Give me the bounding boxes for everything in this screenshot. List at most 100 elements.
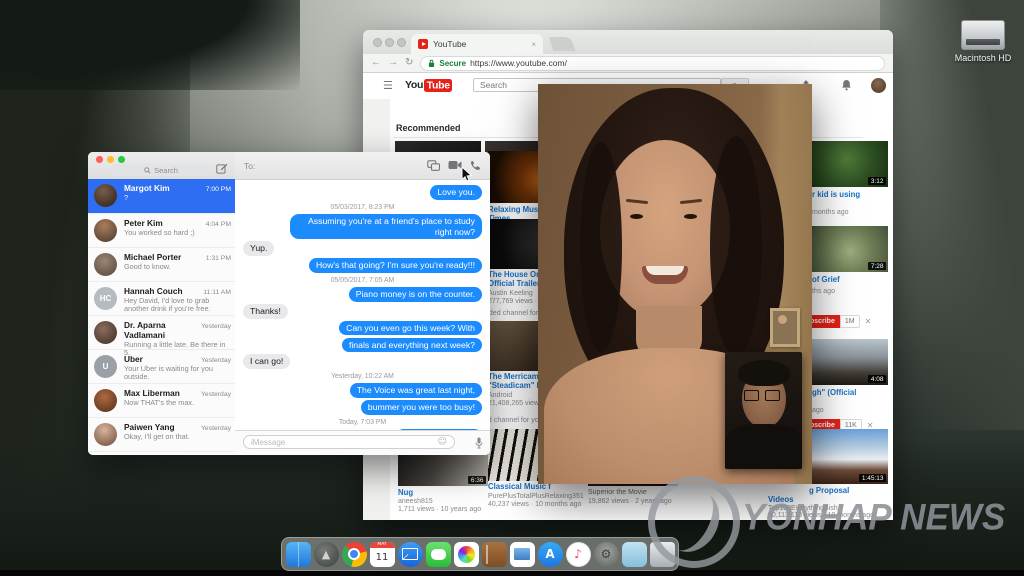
message-bubble: Piano money is on the counter. xyxy=(348,287,482,302)
url-text: https://www.youtube.com/ xyxy=(470,58,567,68)
video-title[interactable]: gh" (Official xyxy=(812,388,888,398)
window-zoom-button[interactable] xyxy=(118,156,125,163)
pip-shirt xyxy=(725,424,802,469)
glasses-icon xyxy=(744,390,759,401)
compose-icon[interactable] xyxy=(216,163,228,174)
video-title[interactable]: r kid is using xyxy=(812,190,888,200)
secure-label: Secure xyxy=(439,58,467,68)
hard-drive-icon xyxy=(961,20,1005,50)
message-bubble: Yup. xyxy=(243,241,275,256)
microphone-icon[interactable] xyxy=(475,437,483,449)
avatar xyxy=(94,219,117,242)
conversation-row[interactable]: U Uber Yesterday Your Uber is waiting for … xyxy=(88,349,235,383)
chat-pane: To: Love you. 05/03/2017, 8:23 PM Assumi… xyxy=(235,152,490,455)
video-thumbnail[interactable]: 6:36 xyxy=(398,452,488,486)
itunes-icon[interactable]: ♪ xyxy=(565,541,591,567)
url-field[interactable]: Secure https://www.youtube.com/ xyxy=(420,55,885,71)
imessage-input[interactable]: iMessage ☺ xyxy=(243,435,455,449)
conversation-row[interactable]: Dr. Aparna Vadlamani Yesterday Running a l… xyxy=(88,315,235,357)
close-tab-icon[interactable]: × xyxy=(531,40,536,49)
message-bubble: How's that going? I'm sure you're ready!… xyxy=(308,258,482,273)
messages-search-field[interactable]: Search xyxy=(111,164,211,176)
browser-tab[interactable]: YouTube × xyxy=(411,34,543,54)
video-duration: 3:12 xyxy=(868,177,886,185)
youtube-favicon xyxy=(418,39,428,49)
messages-icon[interactable] xyxy=(425,541,451,567)
messages-sidebar: Search Margot Kim 7:00 PM? Peter Kim 4:04 … xyxy=(88,152,236,455)
video-title[interactable]: Nug xyxy=(398,488,508,498)
video-thumbnail[interactable]: 7:28 xyxy=(812,226,888,272)
video-title[interactable]: g Proposal xyxy=(809,486,889,496)
screen-share-icon[interactable] xyxy=(427,160,440,171)
conversation-row[interactable]: Max Liberman Yesterday Now THAT's the max. xyxy=(88,383,235,417)
dismiss-icon[interactable]: ✕ xyxy=(860,315,872,328)
downloads-icon[interactable] xyxy=(621,541,647,567)
conversation-row[interactable]: HC Hannah Couch 11:11 AM Hey David, I'd lo… xyxy=(88,281,235,315)
window-close-button[interactable] xyxy=(373,38,382,47)
window-close-button[interactable] xyxy=(96,156,103,163)
contacts-icon[interactable] xyxy=(481,541,507,567)
app-store-icon[interactable]: A xyxy=(537,541,563,567)
message-bubble: finals and everything next week? xyxy=(341,337,482,353)
logo-tube: Tube xyxy=(424,78,453,92)
video-thumbnail[interactable]: 4:08 xyxy=(812,339,888,385)
reload-icon[interactable]: ↻ xyxy=(405,58,413,68)
timestamp: Yesterday, 10:22 AM xyxy=(331,373,394,381)
imessage-placeholder: iMessage xyxy=(251,437,286,447)
new-tab-button[interactable] xyxy=(548,37,576,51)
launchpad-icon[interactable]: ▲ xyxy=(313,541,339,567)
facetime-video-window xyxy=(538,84,812,484)
subscriber-count: 1M xyxy=(839,315,860,328)
yonhap-watermark: YONHAP NEWS xyxy=(742,497,1006,538)
conversation-row[interactable]: Paiwen Yang Yesterday Okay, I'll get on th… xyxy=(88,417,235,451)
caller-hair xyxy=(710,136,762,356)
video-thumbnail[interactable]: 3:12 xyxy=(812,141,888,187)
avatar xyxy=(94,184,117,207)
chrome-icon[interactable] xyxy=(341,541,367,567)
photos-icon[interactable] xyxy=(453,541,479,567)
message-bubble: Love you. xyxy=(430,185,482,200)
window-minimize-button[interactable] xyxy=(107,156,114,163)
youtube-logo[interactable]: You Tube xyxy=(405,78,453,92)
message-bubble: The Voice was great last night, xyxy=(349,383,482,398)
system-preferences-icon[interactable]: ⚙ xyxy=(593,541,619,567)
forward-icon[interactable]: → xyxy=(388,58,398,68)
address-bar: ← → ↻ Secure https://www.youtube.com/ xyxy=(363,54,893,73)
message-bubble: Thanks! xyxy=(243,303,288,319)
video-call-icon[interactable] xyxy=(448,160,462,170)
pip-hair xyxy=(738,360,790,386)
conversation-row[interactable]: Michael Porter 1:31 PM Good to know. xyxy=(88,247,235,281)
video-meta: 1,711 views · 10 years ago xyxy=(398,506,482,513)
menu-icon[interactable]: ☰ xyxy=(383,79,393,92)
window-minimize-button[interactable] xyxy=(385,38,394,47)
video-title[interactable]: of Grief xyxy=(812,275,888,285)
calendar-icon[interactable]: MAY 11 xyxy=(369,541,395,567)
logo-you: You xyxy=(405,79,424,91)
account-avatar[interactable] xyxy=(871,78,886,93)
notifications-bell-icon[interactable] xyxy=(841,79,852,91)
caller-face xyxy=(630,214,643,219)
mail-icon[interactable] xyxy=(397,541,423,567)
calendar-day: 11 xyxy=(375,551,389,563)
emoji-icon[interactable]: ☺ xyxy=(438,437,447,447)
caller-face xyxy=(684,214,697,219)
window-zoom-button[interactable] xyxy=(397,38,406,47)
avatar xyxy=(94,389,117,412)
finder-icon[interactable] xyxy=(285,541,311,567)
timestamp: 05/03/2017, 8:23 PM xyxy=(330,203,395,211)
message-input-bar: iMessage ☺ xyxy=(235,430,490,455)
wallpaper-cliff-right xyxy=(880,0,1024,430)
glasses-icon xyxy=(765,390,780,401)
conversation-row[interactable]: Mary CostaYesterdayThat's hilarious. xyxy=(88,451,235,455)
conversation-row[interactable]: Peter Kim 4:04 PM You worked so hard ;) xyxy=(88,213,235,247)
video-channel[interactable]: aneesh815 xyxy=(398,498,508,505)
self-view-pip[interactable] xyxy=(725,352,802,469)
conversation-row[interactable]: Margot Kim 7:00 PM? xyxy=(88,179,235,213)
back-icon[interactable]: ← xyxy=(371,58,381,68)
timestamp: 05/05/2017, 7:05 AM xyxy=(330,276,395,284)
video-meta: ths ago xyxy=(812,288,835,295)
caller-smile xyxy=(642,266,688,284)
chat-header: To: xyxy=(235,152,490,180)
preview-icon[interactable] xyxy=(509,541,535,567)
macintosh-hd-icon[interactable]: Macintosh HD xyxy=(948,20,1018,63)
